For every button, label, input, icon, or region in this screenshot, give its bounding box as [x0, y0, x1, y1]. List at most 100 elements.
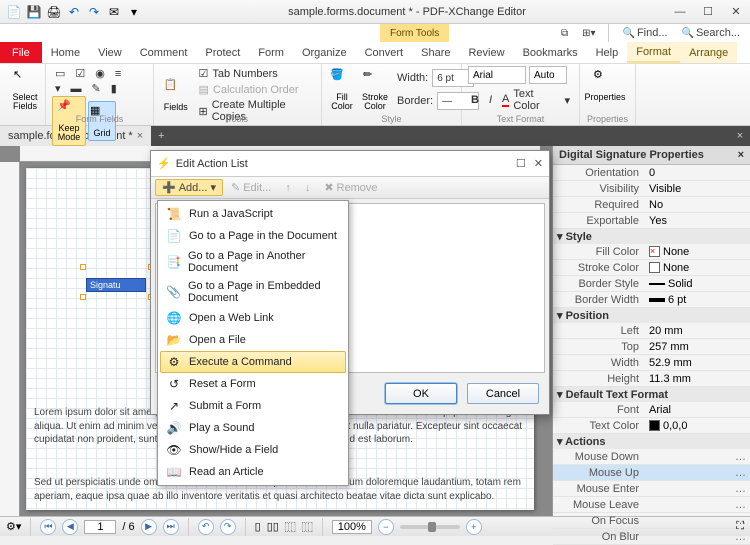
textfield-tool[interactable]: ▭: [52, 66, 68, 81]
zoom-slider[interactable]: [400, 525, 460, 529]
tab-review[interactable]: Review: [459, 42, 513, 63]
tab-overflow-button[interactable]: ×: [730, 126, 750, 146]
italic-button[interactable]: I: [486, 93, 495, 107]
tab-arrange[interactable]: Arrange: [680, 42, 737, 63]
save-icon[interactable]: 💾: [26, 4, 42, 20]
combo-tool[interactable]: ▾: [52, 81, 64, 96]
selection-handle[interactable]: [80, 264, 86, 270]
prop-row[interactable]: Fill Color× None: [553, 244, 750, 260]
tab-view[interactable]: View: [89, 42, 131, 63]
ui-options-button[interactable]: ⊞▾: [578, 28, 599, 39]
minimize-button[interactable]: —: [666, 0, 694, 24]
prop-row[interactable]: On Blur…: [553, 529, 750, 545]
print-icon[interactable]: 🖨: [46, 4, 62, 20]
prop-row[interactable]: Text Color 0,0,0: [553, 418, 750, 434]
layout-single-icon[interactable]: ▯: [255, 520, 261, 533]
cancel-button[interactable]: Cancel: [467, 383, 539, 404]
dropdown-item[interactable]: ↗Submit a Form: [160, 395, 346, 417]
dropdown-item[interactable]: 📂Open a File: [160, 329, 346, 351]
dialog-close-icon[interactable]: ✕: [534, 157, 543, 170]
signature-field[interactable]: Signatu: [86, 278, 146, 292]
zoom-in[interactable]: +: [466, 519, 482, 535]
button-tool[interactable]: ▬: [68, 82, 85, 96]
dropdown-item[interactable]: 📎Go to a Page in Embedded Document: [160, 277, 346, 307]
tab-home[interactable]: Home: [42, 42, 89, 63]
tab-convert[interactable]: Convert: [356, 42, 413, 63]
checkbox-tool[interactable]: ☑: [72, 66, 88, 81]
find-button[interactable]: 🔍Find...: [618, 27, 671, 39]
layout-facing-icon[interactable]: ⿲: [285, 519, 296, 535]
tab-comment[interactable]: Comment: [131, 42, 197, 63]
properties-button[interactable]: ⚙ Properties: [586, 66, 624, 104]
font-combo[interactable]: Arial: [468, 66, 526, 84]
prop-section[interactable]: ▾ Actions: [553, 434, 750, 449]
tab-help[interactable]: Help: [587, 42, 628, 63]
page-input[interactable]: [84, 520, 116, 534]
dropdown-item[interactable]: 📄Go to a Page in the Document: [160, 225, 346, 247]
prop-row[interactable]: Height11.3 mm: [553, 371, 750, 387]
sig-tool[interactable]: ✎: [89, 81, 104, 96]
options-icon[interactable]: ⚙▾: [6, 520, 21, 533]
fit-icon[interactable]: ⛶: [736, 520, 744, 533]
maximize-button[interactable]: ☐: [694, 0, 722, 24]
layout-contfacing-icon[interactable]: ⿲: [302, 519, 313, 535]
nav-fwd[interactable]: ↷: [220, 519, 236, 535]
prop-row[interactable]: Left20 mm: [553, 323, 750, 339]
qat-more-icon[interactable]: ▾: [126, 4, 142, 20]
prop-row[interactable]: Border Style Solid: [553, 276, 750, 292]
fill-color-button[interactable]: 🪣 Fill Color: [328, 66, 356, 114]
tab-format[interactable]: Format: [627, 42, 680, 63]
layout-cont-icon[interactable]: ▯▯: [267, 520, 279, 533]
zoom-input[interactable]: [332, 520, 372, 534]
zoom-out[interactable]: −: [378, 519, 394, 535]
tab-share[interactable]: Share: [412, 42, 459, 63]
dropdown-item[interactable]: 📜Run a JavaScript: [160, 203, 346, 225]
prop-row[interactable]: Mouse Down…: [553, 449, 750, 465]
tab-form[interactable]: Form: [249, 42, 293, 63]
nav-next[interactable]: ▶: [141, 519, 157, 535]
panel-close-icon[interactable]: ×: [738, 149, 744, 161]
select-fields-button[interactable]: ↖ Select Fields: [6, 66, 44, 114]
selection-handle[interactable]: [80, 294, 86, 300]
dropdown-item[interactable]: ↺Reset a Form: [160, 373, 346, 395]
prop-row[interactable]: ExportableYes: [553, 213, 750, 229]
file-tab[interactable]: File: [0, 42, 42, 63]
barcode-tool[interactable]: ▮: [108, 81, 120, 96]
mail-icon[interactable]: ✉: [106, 4, 122, 20]
tab-protect[interactable]: Protect: [196, 42, 249, 63]
fontsize-combo[interactable]: Auto: [529, 66, 567, 84]
prop-row[interactable]: RequiredNo: [553, 197, 750, 213]
radio-tool[interactable]: ◉: [92, 66, 108, 81]
add-tab-button[interactable]: +: [151, 126, 171, 146]
dropdown-item[interactable]: 🌐Open a Web Link: [160, 307, 346, 329]
add-action-button[interactable]: ➕ Add... ▾: [155, 179, 223, 196]
list-tool[interactable]: ≡: [112, 67, 124, 81]
prop-row[interactable]: Border Width 6 pt: [553, 292, 750, 308]
fields-button[interactable]: 📋 Fields: [160, 76, 191, 114]
tab-organize[interactable]: Organize: [293, 42, 356, 63]
dropdown-item[interactable]: 👁Show/Hide a Field: [160, 439, 346, 461]
prop-section[interactable]: ▾ Style: [553, 229, 750, 244]
dialog-titlebar[interactable]: ⚡Edit Action List ☐ ✕: [151, 151, 549, 177]
search-button[interactable]: 🔍Search...: [678, 27, 744, 39]
dialog-maximize-icon[interactable]: ☐: [516, 157, 526, 170]
prop-row[interactable]: Mouse Leave…: [553, 497, 750, 513]
nav-prev[interactable]: ◀: [62, 519, 78, 535]
dropdown-item[interactable]: 📖Read an Article: [160, 461, 346, 483]
nav-back[interactable]: ↶: [198, 519, 214, 535]
prop-row[interactable]: FontArial: [553, 402, 750, 418]
prop-row[interactable]: VisibilityVisible: [553, 181, 750, 197]
prop-row[interactable]: Mouse Enter…: [553, 481, 750, 497]
stroke-color-button[interactable]: ✏ Stroke Color: [360, 66, 390, 114]
prop-row[interactable]: Orientation0: [553, 165, 750, 181]
text-color-button[interactable]: A Text Color ▾: [499, 87, 573, 113]
redo-icon[interactable]: ↷: [86, 4, 102, 20]
tab-bookmarks[interactable]: Bookmarks: [514, 42, 587, 63]
nav-last[interactable]: ⏭: [163, 519, 179, 535]
nav-first[interactable]: ⏮: [40, 519, 56, 535]
launch-button[interactable]: ⧉: [557, 28, 572, 39]
ok-button[interactable]: OK: [385, 383, 457, 404]
prop-row[interactable]: Stroke Color None: [553, 260, 750, 276]
prop-row[interactable]: Width52.9 mm: [553, 355, 750, 371]
dropdown-item[interactable]: 📑Go to a Page in Another Document: [160, 247, 346, 277]
